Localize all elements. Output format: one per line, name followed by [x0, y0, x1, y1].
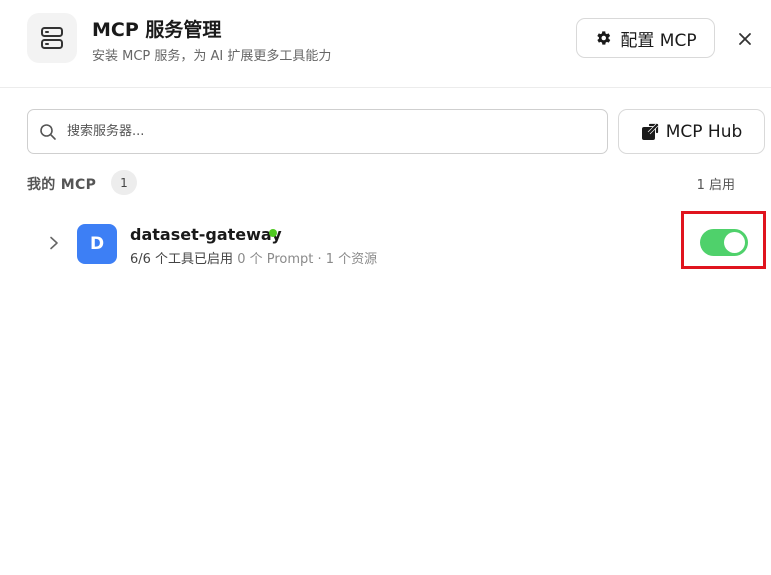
- header: MCP 服务管理 安装 MCP 服务，为 AI 扩展更多工具能力 配置 MCP: [0, 0, 771, 88]
- server-name: dataset-gateway: [130, 225, 282, 244]
- server-meta: 6/6 个工具已启用 0 个 Prompt · 1 个资源: [130, 248, 377, 267]
- server-enable-toggle[interactable]: [700, 229, 748, 256]
- mcp-hub-label: MCP Hub: [665, 121, 743, 142]
- toggle-knob: [724, 232, 745, 253]
- server-stack-icon: [27, 13, 77, 63]
- enabled-count: 1 启用: [696, 178, 735, 193]
- configure-mcp-button[interactable]: 配置 MCP: [576, 18, 715, 58]
- tools-summary: 6/6 个工具已启用: [130, 252, 234, 267]
- external-link-icon: [641, 123, 659, 141]
- server-avatar: D: [77, 224, 117, 264]
- search-box[interactable]: [27, 109, 608, 154]
- mcp-manager-panel: MCP 服务管理 安装 MCP 服务，为 AI 扩展更多工具能力 配置 MCP: [0, 0, 771, 575]
- close-button[interactable]: [733, 27, 757, 51]
- configure-mcp-label: 配置 MCP: [620, 30, 697, 51]
- search-icon: [39, 123, 57, 141]
- close-icon: [739, 33, 751, 45]
- resources-summary: 0 个 Prompt · 1 个资源: [237, 252, 378, 267]
- section-title: 我的 MCP: [27, 177, 97, 193]
- status-indicator: [269, 229, 277, 237]
- chevron-right-icon: [50, 236, 58, 250]
- server-count-badge: 1: [111, 170, 137, 195]
- page-subtitle: 安装 MCP 服务，为 AI 扩展更多工具能力: [92, 49, 332, 64]
- search-input[interactable]: [65, 123, 589, 140]
- page-title: MCP 服务管理: [92, 19, 222, 41]
- mcp-hub-button[interactable]: MCP Hub: [618, 109, 765, 154]
- expand-button[interactable]: [47, 234, 61, 252]
- gear-icon: [594, 29, 612, 47]
